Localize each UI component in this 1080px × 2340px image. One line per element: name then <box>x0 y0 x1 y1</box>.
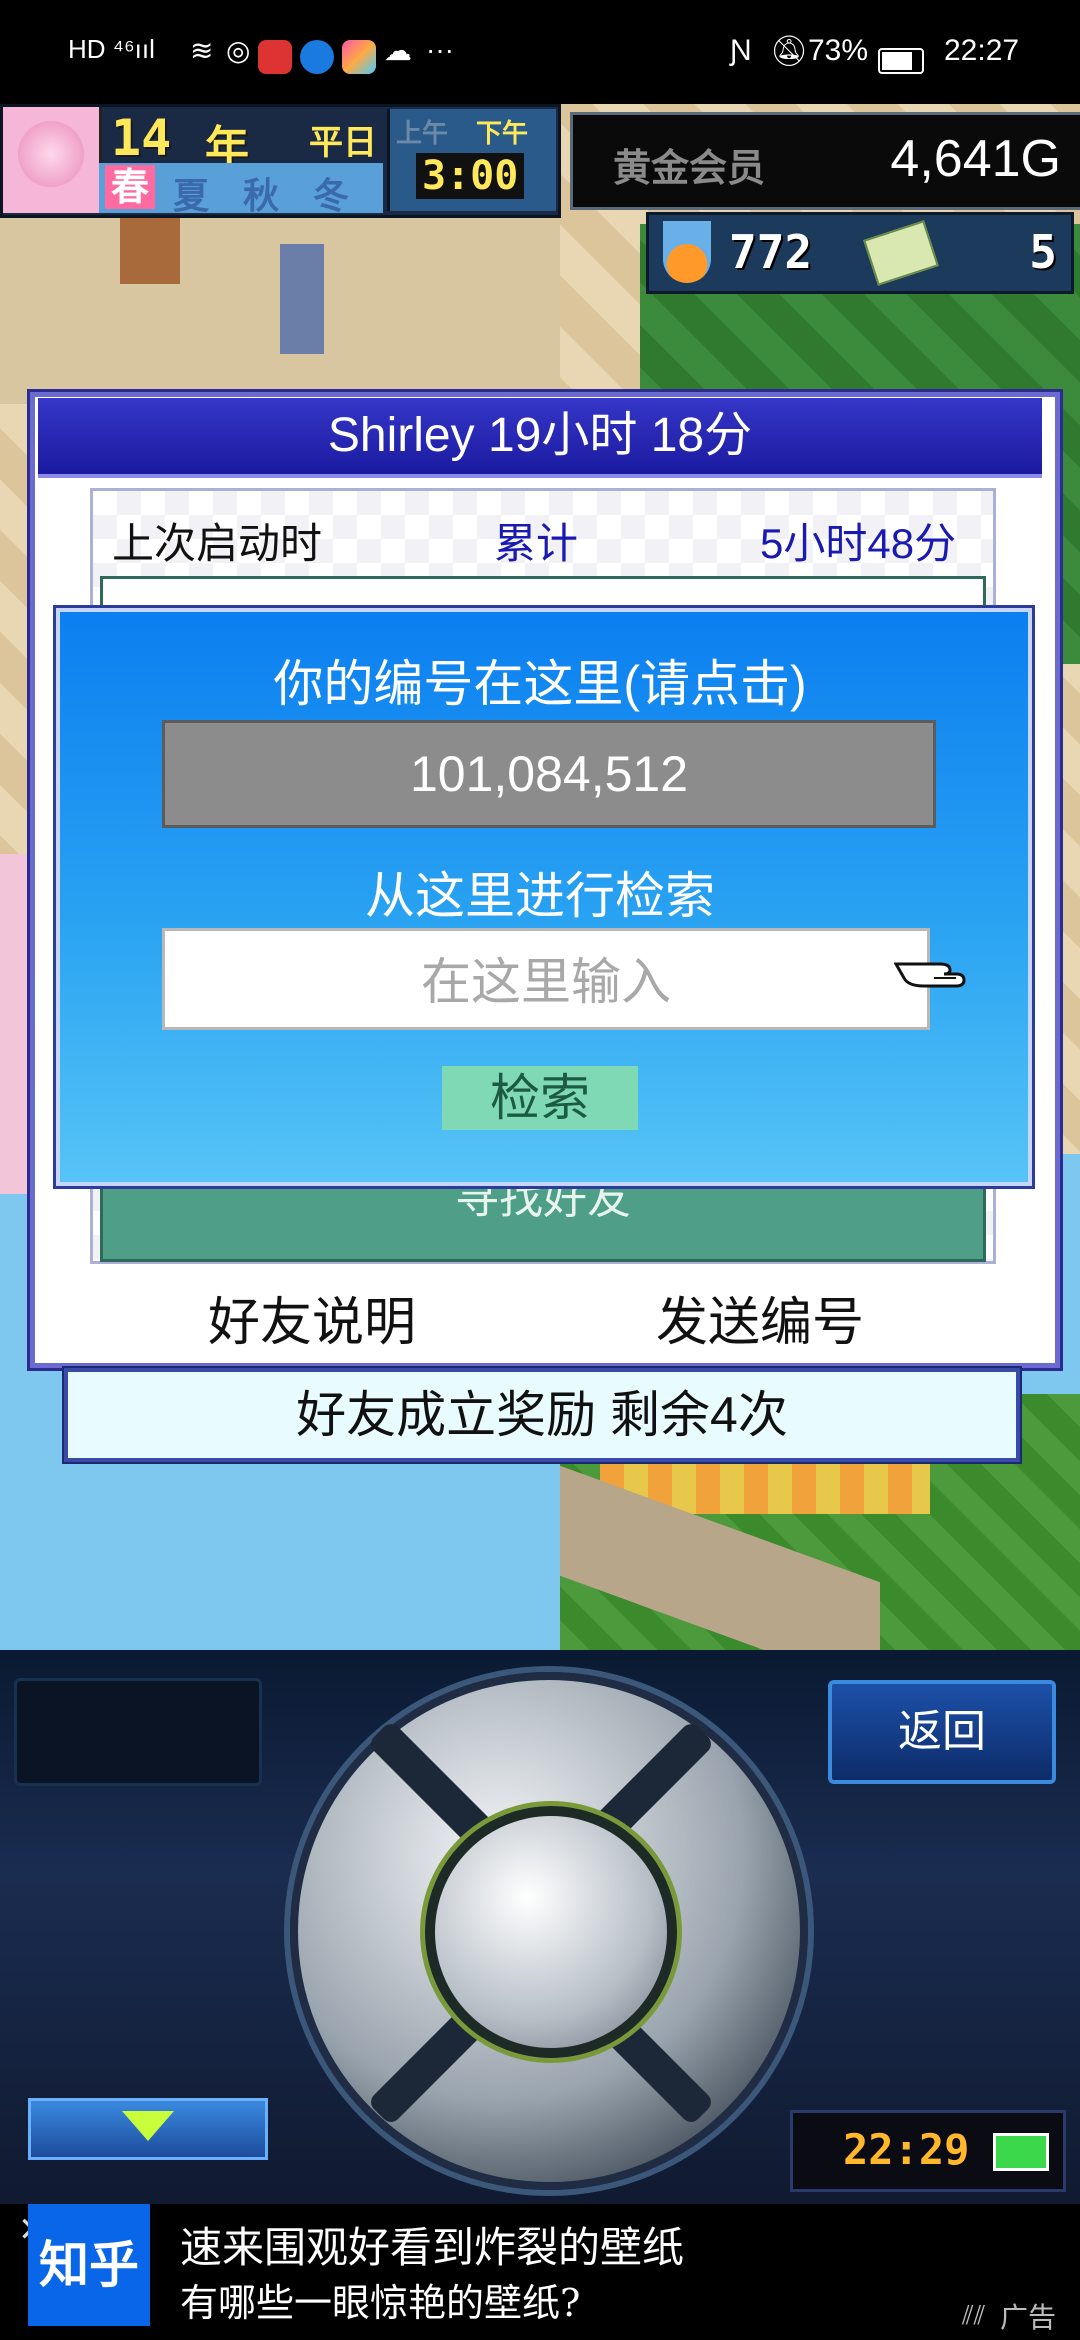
clock: 22:27 <box>944 34 1020 67</box>
total-value: 5小时48分 <box>760 520 957 567</box>
money-hud: 黄金会员 4,641G <box>570 112 1080 210</box>
battery-icon <box>878 48 924 74</box>
mute-icon: 🔕︎ <box>770 35 809 68</box>
pointing-hand-icon <box>893 950 968 996</box>
season-winter: 冬 <box>313 176 350 217</box>
season-spring: 春 <box>105 165 155 209</box>
more-icon: ··· <box>426 34 454 65</box>
cherry-blossom-icon <box>3 107 102 213</box>
ticket-icon <box>863 220 939 286</box>
id-heading: 你的编号在这里(请点击) <box>273 656 807 712</box>
flask-icon <box>663 221 711 283</box>
device-clock-time: 22:29 <box>843 2125 970 2174</box>
door <box>280 244 324 354</box>
time-box: 上午 下午 3:00 <box>387 109 556 211</box>
weekday-label: 平日 <box>309 123 377 163</box>
down-arrow-icon <box>122 2111 174 2141</box>
down-button[interactable] <box>28 2098 268 2160</box>
money-value: 4,641G <box>890 130 1061 188</box>
game-time: 3:00 <box>416 153 525 199</box>
membership-label: 黄金会员 <box>613 146 766 190</box>
cloud-icon: ☁ <box>384 35 412 66</box>
ad-line-2: 有哪些一眼惊艳的壁纸? <box>180 2281 581 2325</box>
battery-percent: 73% <box>808 34 869 67</box>
panel-title: Shirley 19小时 18分 <box>38 398 1042 478</box>
date-hud: 14 年 平日 春 夏 秋 冬 上午 下午 3:00 <box>0 104 561 218</box>
left-display <box>14 1678 262 1786</box>
search-input[interactable]: 在这里输入 <box>162 928 930 1030</box>
research-points: 772 <box>729 225 813 279</box>
huawei-app-icon <box>258 40 292 74</box>
tickets-count: 5 <box>1029 225 1057 279</box>
color-app-icon <box>342 40 376 74</box>
season-autumn: 秋 <box>243 176 280 217</box>
reward-bar: 好友成立奖励 剩余4次 <box>64 1368 1020 1462</box>
hotspot-icon: ◎ <box>226 35 251 66</box>
battery-level-icon <box>993 2133 1049 2171</box>
friend-explain-link[interactable]: 好友说明 <box>208 1280 416 1355</box>
my-id-box[interactable]: 101,084,512 <box>162 720 936 828</box>
ad-stripes-icon: ⫽⫽ <box>962 2300 986 2330</box>
dpad-center-button[interactable] <box>425 1806 677 2058</box>
back-button[interactable]: 返回 <box>828 1680 1056 1784</box>
season-summer: 夏 <box>173 176 210 217</box>
ad-tag: 广告 <box>1000 2302 1057 2333</box>
nfc-icon: Ɲ <box>730 34 752 67</box>
search-heading: 从这里进行检索 <box>365 868 715 924</box>
status-bar: HD ⁴⁶ııl ≋ ◎ ☁ ··· Ɲ 🔕︎ 73% 22:27 <box>0 0 1080 104</box>
year-number: 14 <box>111 109 172 167</box>
resource-hud: 772 5 <box>646 212 1074 294</box>
ad-brand-logo: 知乎 <box>28 2204 150 2326</box>
pm-label: 下午 <box>476 119 529 149</box>
am-label: 上午 <box>396 119 449 149</box>
k-app-icon <box>300 40 334 74</box>
device-clock: 22:29 <box>790 2110 1066 2192</box>
last-launch-label: 上次启动时 <box>112 520 323 567</box>
search-button[interactable]: 检索 <box>442 1066 638 1130</box>
find-friend-button[interactable]: 寻找好友 <box>100 1176 986 1262</box>
wifi-icon: ≋ <box>190 35 214 66</box>
signal-indicator: HD ⁴⁶ııl <box>68 34 155 64</box>
season-strip: 春 夏 秋 冬 <box>99 163 383 217</box>
total-label: 累计 <box>494 520 579 567</box>
ad-line-1: 速来围观好看到炸裂的壁纸 <box>180 2223 685 2272</box>
send-id-link[interactable]: 发送编号 <box>656 1280 864 1355</box>
